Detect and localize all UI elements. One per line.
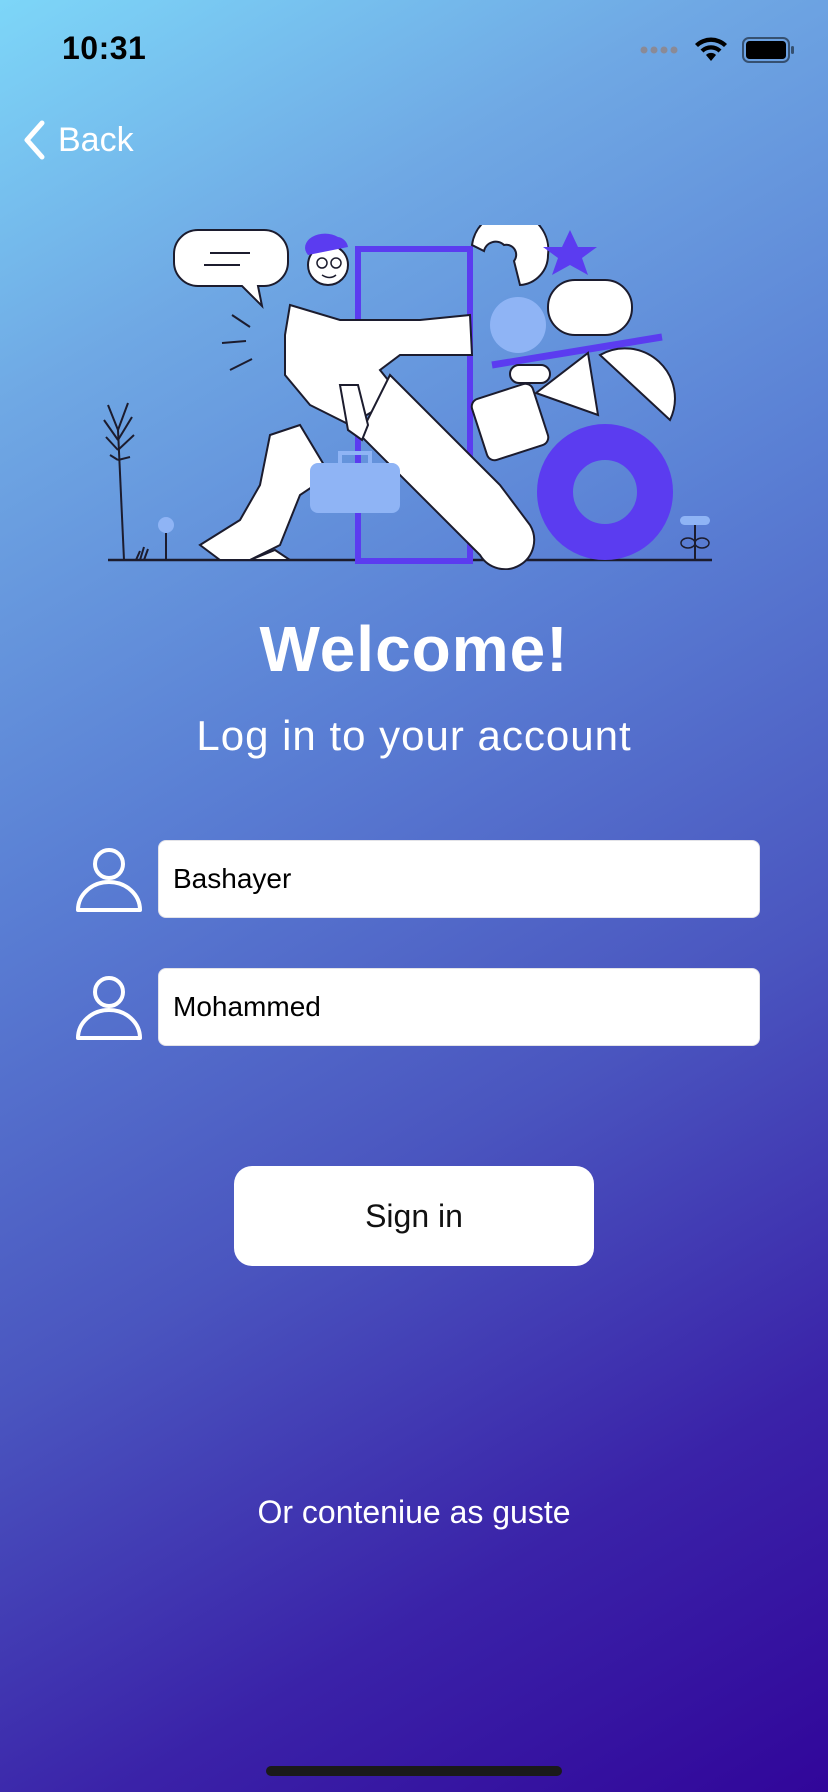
- person-icon: [76, 848, 142, 912]
- battery-icon: [742, 37, 794, 63]
- page-subtitle: Log in to your account: [196, 712, 632, 759]
- back-label: Back: [58, 120, 134, 159]
- triangle-icon: [533, 351, 600, 417]
- small-flower-icon: [158, 517, 174, 533]
- pill-shape-icon: [547, 279, 633, 336]
- circle-light-icon: [490, 297, 546, 353]
- person-icon: [76, 976, 142, 1040]
- question-shape-icon: [470, 225, 550, 287]
- ring-icon: [537, 424, 673, 560]
- person-carrying-shapes-illustration: [103, 225, 712, 570]
- home-indicator[interactable]: [266, 1766, 562, 1776]
- status-time: 10:31: [62, 30, 147, 66]
- half-circle-icon: [598, 347, 676, 422]
- plant-right-icon: [680, 516, 710, 560]
- status-bar: 10:31: [0, 0, 828, 100]
- last-name-row: [74, 967, 760, 1047]
- continue-as-guest-link[interactable]: Or conteniue as guste: [0, 1494, 828, 1531]
- speech-bubble-icon: [173, 229, 289, 310]
- back-button[interactable]: Back: [22, 116, 134, 164]
- page-title: Welcome!: [259, 613, 569, 685]
- star-icon: [543, 230, 597, 275]
- status-icons: [640, 36, 796, 64]
- last-name-field[interactable]: [158, 968, 760, 1046]
- first-name-field[interactable]: [158, 840, 760, 918]
- sign-in-button[interactable]: Sign in: [234, 1166, 594, 1266]
- first-name-row: [74, 839, 760, 919]
- plant-left-icon: [103, 402, 149, 561]
- cellular-dots-icon: [640, 46, 678, 54]
- chevron-left-icon: [24, 120, 45, 160]
- wifi-icon: [695, 37, 727, 61]
